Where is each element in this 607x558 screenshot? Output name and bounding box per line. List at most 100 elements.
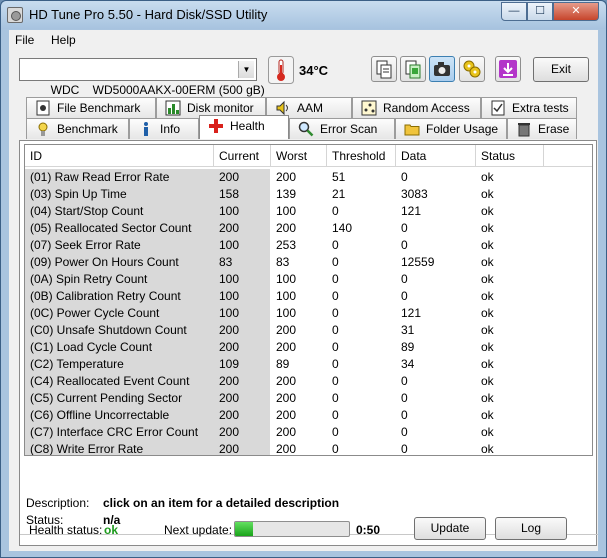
- table-row[interactable]: (09) Power On Hours Count 83 83 0 12559 ok: [25, 254, 592, 271]
- column-id[interactable]: ID: [25, 145, 214, 167]
- cell-status: ok: [481, 221, 494, 235]
- cell-threshold: 0: [332, 323, 339, 337]
- cell-current: 83: [214, 254, 270, 271]
- cell-current: 200: [214, 220, 270, 237]
- cell-data: 0: [401, 391, 408, 405]
- thermometer-icon: [268, 56, 294, 84]
- tab-file-benchmark[interactable]: File Benchmark: [26, 97, 156, 118]
- drive-select[interactable]: WDC WD5000AAKX-00ERM (500 gB) ▼: [19, 58, 265, 97]
- cell-id: (C1) Load Cycle Count: [25, 339, 214, 356]
- cell-current: 200: [214, 322, 270, 339]
- table-row[interactable]: (C5) Current Pending Sector 200 200 0 0 ok: [25, 390, 592, 407]
- cell-status: ok: [481, 425, 494, 439]
- tab-folder-usage[interactable]: Folder Usage: [395, 118, 507, 139]
- tab-health[interactable]: Health: [199, 115, 289, 139]
- cell-id: (05) Reallocated Sector Count: [25, 220, 214, 237]
- tab-benchmark[interactable]: Benchmark: [26, 118, 129, 139]
- cell-worst: 253: [276, 238, 297, 252]
- cell-data: 0: [401, 425, 408, 439]
- smart-attribute-table[interactable]: ID Current Worst Threshold Data Status (…: [24, 144, 593, 456]
- title-bar[interactable]: HD Tune Pro 5.50 - Hard Disk/SSD Utility…: [1, 1, 606, 29]
- tab-extra-tests[interactable]: Extra tests: [481, 97, 577, 118]
- download-button[interactable]: [495, 56, 521, 82]
- cell-id: (C8) Write Error Rate: [25, 441, 214, 455]
- description-value: click on an item for a detailed descript…: [103, 496, 340, 510]
- cell-id: (09) Power On Hours Count: [25, 254, 214, 271]
- cell-threshold: 0: [332, 357, 339, 371]
- cell-current: 200: [214, 441, 270, 455]
- cell-current: 100: [214, 305, 270, 322]
- download-arrow-icon: [499, 60, 517, 78]
- cell-status: ok: [481, 170, 494, 184]
- client-area: File Help WDC WD5000AAKX-00ERM (500 gB) …: [9, 30, 598, 551]
- menu-file[interactable]: File: [15, 33, 34, 47]
- cell-data: 0: [401, 272, 408, 286]
- health-cross-icon: [209, 119, 223, 133]
- copy-screenshot-button[interactable]: [400, 56, 426, 82]
- exit-button[interactable]: Exit: [533, 57, 589, 82]
- cell-status: ok: [481, 187, 494, 201]
- cell-current: 200: [214, 424, 270, 441]
- copy-text-button[interactable]: [371, 56, 397, 82]
- maximize-button[interactable]: ☐: [527, 2, 553, 21]
- table-row[interactable]: (07) Seek Error Rate 100 253 0 0 ok: [25, 237, 592, 254]
- table-row[interactable]: (01) Raw Read Error Rate 200 200 51 0 ok: [25, 169, 592, 186]
- table-row[interactable]: (C8) Write Error Rate 200 200 0 0 ok: [25, 441, 592, 455]
- minimize-button[interactable]: —: [501, 2, 527, 21]
- log-button[interactable]: Log: [495, 517, 567, 540]
- table-row[interactable]: (0C) Power Cycle Count 100 100 0 121 ok: [25, 305, 592, 322]
- folder-icon: [404, 124, 420, 136]
- cell-status: ok: [481, 238, 494, 252]
- cell-worst: 200: [276, 425, 297, 439]
- table-row[interactable]: (C0) Unsafe Shutdown Count 200 200 0 31 ok: [25, 322, 592, 339]
- table-row[interactable]: (C2) Temperature 109 89 0 34 ok: [25, 356, 592, 373]
- cell-status: ok: [481, 408, 494, 422]
- tab-error-scan[interactable]: Error Scan: [289, 118, 395, 139]
- cell-id: (0A) Spin Retry Count: [25, 271, 214, 288]
- save-screenshot-button[interactable]: [429, 56, 455, 82]
- table-row[interactable]: (0B) Calibration Retry Count 100 100 0 0 ok: [25, 288, 592, 305]
- close-button[interactable]: ✕: [553, 2, 599, 21]
- cell-current: 158: [214, 186, 270, 203]
- table-row[interactable]: (0A) Spin Retry Count 100 100 0 0 ok: [25, 271, 592, 288]
- table-row[interactable]: (C6) Offline Uncorrectable 200 200 0 0 ok: [25, 407, 592, 424]
- cell-threshold: 51: [332, 170, 346, 184]
- tab-erase[interactable]: Erase: [507, 118, 577, 139]
- cell-data: 0: [401, 289, 408, 303]
- column-current[interactable]: Current: [214, 145, 271, 167]
- progress-fill: [235, 522, 254, 536]
- cell-worst: 100: [276, 289, 297, 303]
- cell-current: 100: [214, 271, 270, 288]
- table-row[interactable]: (C4) Reallocated Event Count 200 200 0 0 ok: [25, 373, 592, 390]
- menu-help[interactable]: Help: [51, 33, 76, 47]
- table-row[interactable]: (03) Spin Up Time 158 139 21 3083 ok: [25, 186, 592, 203]
- cell-id: (C4) Reallocated Event Count: [25, 373, 214, 390]
- cell-id: (C7) Interface CRC Error Count: [25, 424, 214, 441]
- cell-id: (C0) Unsafe Shutdown Count: [25, 322, 214, 339]
- hdtune-app-icon: [7, 7, 23, 23]
- column-status[interactable]: Status: [476, 145, 544, 167]
- cell-current: 100: [214, 288, 270, 305]
- table-row[interactable]: (C1) Load Cycle Count 200 200 0 89 ok: [25, 339, 592, 356]
- tab-info[interactable]: Info: [129, 118, 199, 139]
- info-icon: [144, 122, 148, 136]
- maximize-icon: ☐: [535, 5, 545, 17]
- table-row[interactable]: (C7) Interface CRC Error Count 200 200 0 0 ok: [25, 424, 592, 441]
- tools-icon: [463, 60, 481, 78]
- cell-id: (07) Seek Error Rate: [25, 237, 214, 254]
- tab-random-access[interactable]: Random Access: [352, 97, 481, 118]
- options-button[interactable]: [459, 56, 485, 82]
- update-button[interactable]: Update: [414, 517, 486, 540]
- cell-data: 34: [401, 357, 415, 371]
- cell-threshold: 0: [332, 340, 339, 354]
- chevron-down-icon[interactable]: ▼: [238, 61, 254, 78]
- column-data[interactable]: Data: [396, 145, 476, 167]
- cell-worst: 200: [276, 408, 297, 422]
- column-worst[interactable]: Worst: [271, 145, 327, 167]
- table-row[interactable]: (05) Reallocated Sector Count 200 200 140 0 o…: [25, 220, 592, 237]
- cell-data: 89: [401, 340, 415, 354]
- table-row[interactable]: (04) Start/Stop Count 100 100 0 121 ok: [25, 203, 592, 220]
- cell-worst: 100: [276, 204, 297, 218]
- column-threshold[interactable]: Threshold: [327, 145, 396, 167]
- random-access-icon: [361, 100, 377, 116]
